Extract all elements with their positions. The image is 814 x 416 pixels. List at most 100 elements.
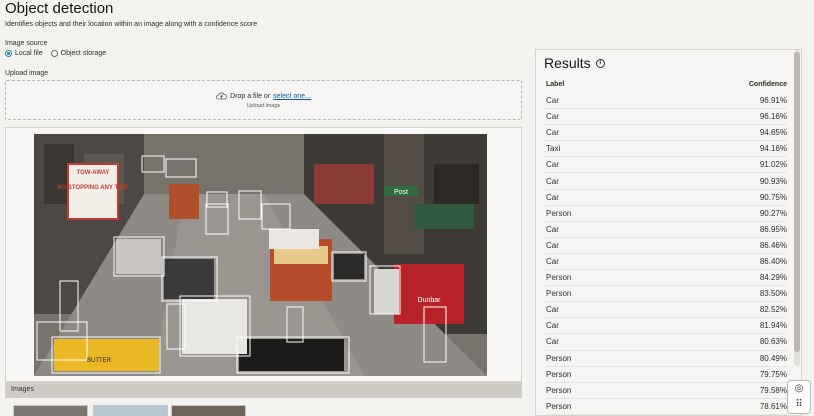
image-preview-panel: TOW-AWAY NO STOPPING ANY TIME Post Dunba…	[5, 127, 522, 382]
result-confidence: 90.27%	[759, 208, 787, 218]
result-label: Car	[546, 128, 559, 138]
result-row: Person 83.50%	[546, 286, 787, 303]
result-confidence: 90.93%	[759, 176, 787, 186]
result-row: Car 86.40%	[546, 254, 787, 271]
result-row: Person 79.75%	[546, 367, 787, 383]
result-label: Car	[546, 305, 559, 315]
result-confidence: 80.49%	[759, 353, 787, 363]
result-confidence: 79.58%	[759, 385, 787, 395]
result-label: Car	[546, 337, 559, 347]
street-scene-image: TOW-AWAY NO STOPPING ANY TIME Post Dunba…	[34, 134, 487, 376]
sign-no-stopping: NO STOPPING ANY TIME	[57, 185, 129, 191]
image-thumbnails	[5, 401, 522, 416]
thumbnail-2[interactable]	[93, 405, 168, 416]
radio-local-file[interactable]: Local file	[5, 50, 43, 57]
sign-tow-away: TOW-AWAY	[77, 170, 110, 176]
result-row: Car 86.46%	[546, 238, 787, 254]
result-row: Car 82.52%	[546, 302, 787, 319]
result-label: Car	[546, 240, 559, 250]
result-row: Car 80.63%	[546, 334, 787, 351]
image-source-label: Image source	[5, 40, 48, 47]
result-row: Person 80.49%	[546, 351, 787, 367]
result-row: Car 96.16%	[546, 109, 787, 126]
result-label: Person	[546, 369, 572, 379]
result-label: Person	[546, 401, 572, 411]
result-row: Taxi 94.16%	[546, 141, 787, 158]
result-label: Car	[546, 160, 559, 170]
radio-unselected-icon	[50, 50, 58, 57]
cloud-upload-icon	[216, 92, 227, 100]
result-confidence: 94.16%	[759, 144, 787, 154]
results-scrollbar[interactable]	[794, 50, 800, 366]
result-row: Car 90.93%	[546, 173, 787, 190]
result-row: Person 90.27%	[546, 206, 787, 222]
results-table: Car 96.91% Car 96.16% Car 94.65% Taxi 94.16% Car…	[546, 93, 787, 415]
result-confidence: 84.29%	[759, 273, 787, 283]
thumbnail-3[interactable]	[171, 405, 246, 416]
result-row: Car 81.94%	[546, 318, 787, 335]
result-label: Car	[546, 256, 559, 266]
col-label-header: Label	[546, 81, 565, 88]
upload-hint: Upload image	[246, 103, 281, 109]
help-icon: ◎	[794, 383, 804, 394]
radio-object-storage-label: Object storage	[60, 50, 107, 57]
result-confidence: 86.40%	[759, 256, 787, 266]
street-sign-post: Post	[394, 189, 408, 196]
result-label: Car	[546, 176, 559, 186]
result-row: Car 94.65%	[546, 125, 787, 142]
radio-object-storage[interactable]: Object storage	[50, 50, 107, 57]
result-confidence: 94.65%	[759, 128, 787, 138]
result-label: Car	[546, 192, 559, 202]
result-label: Person	[546, 289, 572, 299]
result-row: Car 91.02%	[546, 157, 787, 174]
thumbnail-1[interactable]	[13, 405, 88, 416]
result-confidence: 96.91%	[759, 96, 787, 106]
images-section-header: Images	[5, 382, 522, 398]
result-label: Car	[546, 224, 559, 234]
results-title: Results i	[544, 55, 605, 71]
result-confidence: 81.94%	[759, 321, 787, 331]
result-label: Person	[546, 353, 572, 363]
images-label: Images	[11, 386, 34, 393]
page-title: Object detection	[5, 0, 114, 17]
result-row: Person 79.58%	[546, 383, 787, 399]
upload-dropzone[interactable]: Drop a file or select one... Upload imag…	[5, 80, 522, 120]
result-label: Person	[546, 208, 572, 218]
result-confidence: 86.46%	[759, 240, 787, 250]
result-confidence: 91.02%	[759, 160, 787, 170]
results-title-text: Results	[544, 55, 591, 71]
radio-local-file-label: Local file	[15, 50, 43, 57]
result-label: Person	[546, 385, 572, 395]
info-icon[interactable]: i	[595, 58, 605, 68]
result-confidence: 83.50%	[759, 289, 787, 299]
result-confidence: 80.63%	[759, 337, 787, 347]
image-source-radio-group: Local file Object storage	[5, 50, 106, 57]
result-row: Person 78.61%	[546, 399, 787, 415]
taxi-label: BUTTER	[87, 358, 112, 364]
result-confidence: 96.16%	[759, 112, 787, 122]
result-confidence: 86.95%	[759, 224, 787, 234]
result-confidence: 82.52%	[759, 305, 787, 315]
results-table-header: Label Confidence	[546, 81, 787, 88]
radio-selected-icon	[5, 50, 12, 57]
col-confidence-header: Confidence	[748, 81, 787, 88]
result-label: Car	[546, 112, 559, 122]
drop-text: Drop a file or	[230, 92, 271, 100]
result-row: Car 86.95%	[546, 222, 787, 238]
scene-svg: TOW-AWAY NO STOPPING ANY TIME Post Dunba…	[34, 134, 487, 376]
result-label: Car	[546, 321, 559, 331]
scrollbar-thumb[interactable]	[794, 52, 800, 352]
select-file-link[interactable]: select one...	[273, 93, 311, 100]
result-confidence: 78.61%	[759, 401, 787, 411]
upload-image-label: Upload image	[5, 70, 49, 77]
page-subtitle: Identifies objects and their location wi…	[5, 21, 258, 28]
truck-label: Dunbar	[418, 297, 442, 304]
assistant-button[interactable]: ◎ ⠿	[787, 380, 811, 414]
result-row: Car 90.75%	[546, 190, 787, 206]
result-confidence: 79.75%	[759, 369, 787, 379]
results-panel: Results i Label Confidence Car 96.91% Car 9…	[535, 49, 802, 416]
result-label: Car	[546, 96, 559, 106]
result-confidence: 90.75%	[759, 192, 787, 202]
result-row: Person 84.29%	[546, 270, 787, 287]
result-row: Car 96.91%	[546, 93, 787, 110]
